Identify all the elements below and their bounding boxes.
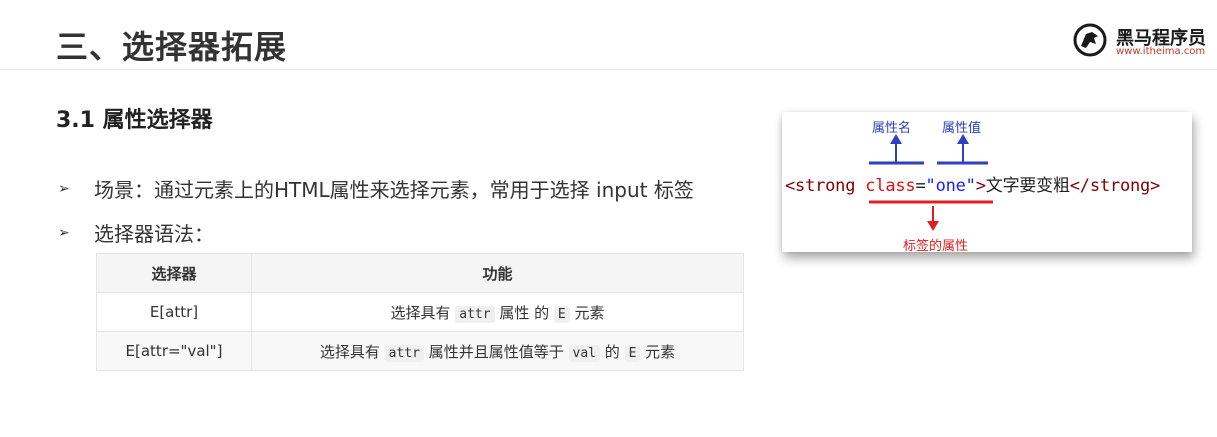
- inline-code: val: [568, 344, 600, 362]
- desc-text: 选择具有: [390, 303, 451, 322]
- inline-code: attr: [384, 344, 424, 362]
- arrow-bullet-icon: ➢: [58, 180, 70, 197]
- desc-text: 属性 的: [499, 303, 550, 322]
- code-open-tag: <strong: [785, 176, 856, 196]
- label-attr-name: 属性名: [872, 121, 912, 136]
- table-row: E[attr="val"] 选择具有 attr 属性并且属性值等于 val 的 …: [96, 331, 744, 371]
- code-example: <strong class="one">文字要变粗</strong>: [785, 171, 1160, 196]
- cell-selector: E[attr]: [96, 292, 252, 332]
- arrow-bullet-icon: ➢: [58, 224, 70, 241]
- page-title: 三、选择器拓展: [56, 28, 288, 66]
- table-row: E[attr] 选择具有 attr 属性 的 E 元素: [96, 292, 744, 332]
- code-attr-name: class: [865, 176, 916, 196]
- table-header-row: 选择器 功能: [96, 253, 744, 293]
- cell-selector: E[attr="val"]: [96, 331, 252, 371]
- desc-text: 元素: [645, 342, 676, 361]
- tag-attr-arrowhead: [927, 221, 939, 231]
- column-header-function: 功能: [251, 253, 744, 293]
- desc-text: 的: [604, 342, 620, 361]
- cell-description: 选择具有 attr 属性并且属性值等于 val 的 E 元素: [251, 331, 744, 371]
- inline-code: E: [624, 344, 641, 362]
- section-title: 3.1 属性选择器: [56, 108, 213, 133]
- label-attr-value: 属性值: [942, 121, 982, 136]
- bullet-syntax: ➢ 选择器语法：: [58, 218, 214, 247]
- selector-table: 选择器 功能 E[attr] 选择具有 attr 属性 的 E 元素 E[att…: [96, 253, 744, 371]
- code-equals: =: [915, 176, 926, 196]
- desc-text: 属性并且属性值等于: [428, 342, 564, 361]
- desc-text: 选择具有: [319, 342, 380, 361]
- bullet-scenario: ➢ 场景：通过元素上的HTML属性来选择元素，常用于选择 input 标签: [58, 174, 694, 203]
- cell-description: 选择具有 attr 属性 的 E 元素: [251, 292, 744, 332]
- bullet-text: 场景：通过元素上的HTML属性来选择元素，常用于选择 input 标签: [94, 178, 694, 202]
- code-close-bracket: >: [975, 176, 986, 196]
- logo-url: www.itheima.com: [1116, 46, 1206, 57]
- code-attr-value: "one": [925, 176, 976, 196]
- slide-header: 三、选择器拓展 黑马程序员 www.itheima.com: [0, 0, 1217, 70]
- inline-code: E: [553, 305, 570, 323]
- code-text: 文字要变粗: [985, 176, 1070, 196]
- inline-code: attr: [455, 305, 495, 323]
- desc-text: 元素: [574, 303, 605, 322]
- column-header-selector: 选择器: [96, 253, 252, 293]
- brand-logo: 黑马程序员 www.itheima.com: [1072, 20, 1212, 60]
- horse-logo-icon: [1073, 23, 1107, 57]
- label-tag-attr: 标签的属性: [903, 239, 969, 254]
- attribute-diagram: 属性名 属性值 标签的属性 <strong class="one">文字要变粗<…: [782, 112, 1192, 254]
- code-end-tag: </strong>: [1069, 176, 1161, 196]
- bullet-text: 选择器语法：: [94, 222, 214, 246]
